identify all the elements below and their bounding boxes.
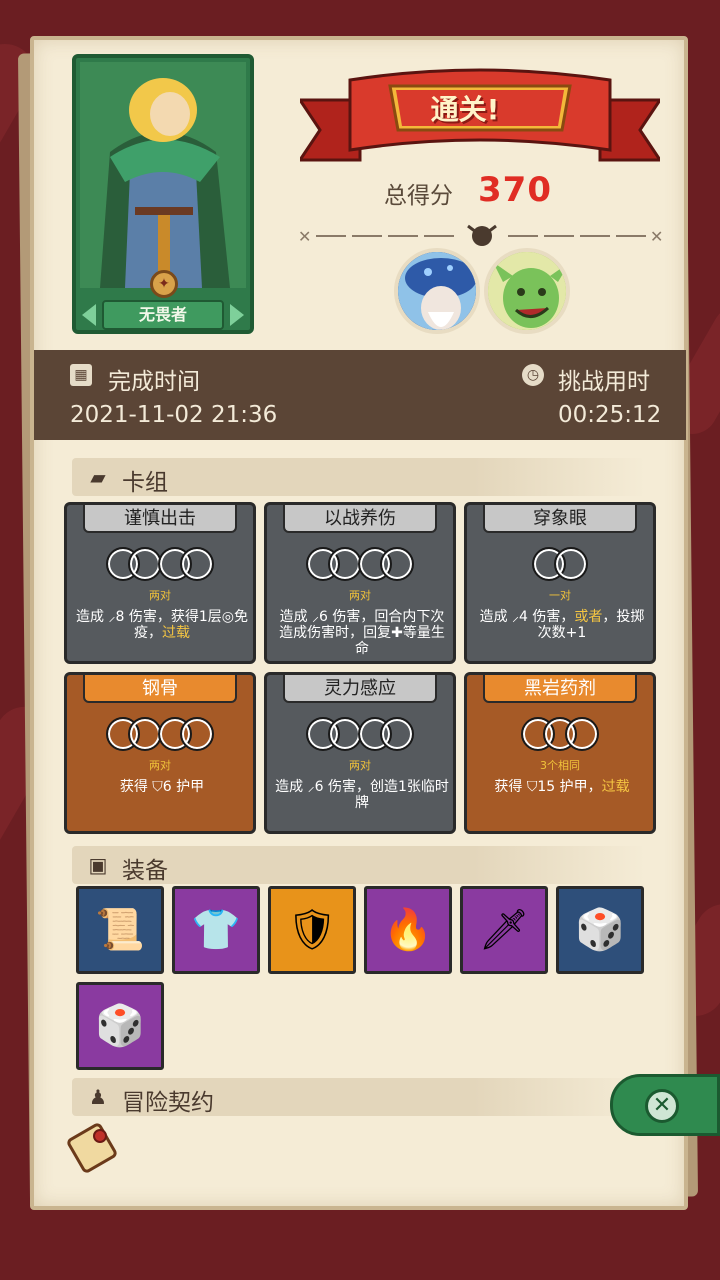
card-description: 造成 ⸝6 伤害，回合内下次造成伤害时，回复✚等量生命 — [273, 609, 451, 657]
equipment-slot[interactable]: 🔥 — [364, 886, 452, 974]
skill-card[interactable]: 灵力感应两对造成 ⸝6 伤害，创造1张临时牌 — [264, 672, 456, 834]
skill-card[interactable]: 以战养伤两对造成 ⸝6 伤害，回合内下次造成伤害时，回复✚等量生命 — [264, 502, 456, 664]
stopwatch-icon: ◷ — [522, 364, 544, 386]
card-title: 黑岩药剂 — [483, 675, 637, 703]
card-description: 造成 ⸝4 伤害，或者，投掷次数+1 — [473, 609, 651, 641]
time-info-bar: ▦ 完成时间 2021-11-02 21:36 ◷ 挑战用时 00:25:12 — [34, 350, 686, 440]
equipment-slot[interactable]: 📜 — [76, 886, 164, 974]
dice-slots — [67, 547, 253, 585]
finish-time-label: 完成时间 — [108, 369, 200, 395]
card-keyword: 过载 — [601, 779, 630, 795]
fire-potion-icon: 🔥 — [383, 907, 433, 953]
dice-box-icon: 🎲 — [575, 907, 625, 953]
card-description: 造成 ⸝8 伤害，获得1层◎免疫，过载 — [73, 609, 251, 641]
scroll-icon: 📜 — [95, 907, 145, 953]
skill-card[interactable]: 穿象眼一对造成 ⸝4 伤害，或者，投掷次数+1 — [464, 502, 656, 664]
dice-slot-icon — [180, 717, 214, 751]
card-title: 灵力感应 — [283, 675, 437, 703]
equipment-section-title: 装备 — [122, 858, 168, 884]
card-keyword: 或者 — [574, 609, 603, 625]
shadow-dice-icon: 🎲 — [95, 1003, 145, 1049]
equipment-slot[interactable]: 🛡 — [268, 886, 356, 974]
card-description-text: 获得 ⛉15 护甲， — [494, 779, 602, 795]
defeated-boss-avatar — [484, 248, 570, 334]
card-description: 造成 ⸝6 伤害，创造1张临时牌 — [273, 779, 451, 811]
dice-slots — [67, 717, 253, 755]
close-button[interactable]: ✕ — [610, 1074, 720, 1136]
card-description-text: 造成 ⸝4 伤害， — [479, 609, 575, 625]
card-requirement: 两对 — [349, 589, 371, 602]
duration-value: 00:25:12 — [558, 402, 662, 428]
deck-section-title: 卡组 — [122, 470, 168, 496]
dice-slot-icon — [380, 717, 414, 751]
svg-text:✕: ✕ — [650, 227, 663, 246]
card-description: 获得 ⛉15 护甲，过载 — [473, 779, 651, 795]
hero-name: 无畏者 — [102, 300, 224, 330]
dice-slot-icon — [328, 717, 362, 751]
dice-slots — [267, 717, 453, 755]
dice-slot-icon — [380, 547, 414, 581]
hero-emblem-icon: ✦ — [150, 270, 178, 298]
dice-slot-icon — [128, 717, 162, 751]
skill-card[interactable]: 钢骨两对获得 ⛉6 护甲 — [64, 672, 256, 834]
calendar-icon: ▦ — [70, 364, 92, 386]
score-label: 总得分 — [384, 183, 453, 209]
dice-slot-icon — [565, 717, 599, 751]
hero-card[interactable]: ✦ 无畏者 — [72, 54, 254, 334]
dice-slots — [267, 547, 453, 585]
hero-prev-arrow-icon[interactable] — [82, 304, 96, 326]
card-requirement: 两对 — [349, 759, 371, 772]
dice-slots — [467, 717, 653, 755]
hero-portrait — [80, 62, 246, 288]
card-requirement: 一对 — [549, 589, 571, 602]
contract-section-header: ♟ 冒险契约 — [72, 1078, 646, 1116]
close-icon: ✕ — [645, 1089, 679, 1123]
card-title: 以战养伤 — [283, 505, 437, 533]
equipment-slot[interactable]: 🎲 — [76, 982, 164, 1070]
card-description: 获得 ⛉6 护甲 — [73, 779, 251, 795]
card-description-text: 造成 ⸝6 伤害，创造1张临时牌 — [275, 779, 449, 811]
cards-icon: ▰ — [90, 465, 106, 489]
card-requirement: 两对 — [149, 589, 171, 602]
card-title: 钢骨 — [83, 675, 237, 703]
dice-slots — [467, 547, 653, 585]
hero-next-arrow-icon[interactable] — [230, 304, 244, 326]
dice-slot-icon — [128, 547, 162, 581]
equipment-slot[interactable]: 👕 — [172, 886, 260, 974]
dice-slot-icon — [328, 547, 362, 581]
dagger-icon: 🗡 — [478, 907, 530, 953]
finish-time-value: 2021-11-02 21:36 — [70, 402, 278, 428]
skill-card[interactable]: 黑岩药剂 3个相同获得 ⛉15 护甲，过载 — [464, 672, 656, 834]
card-description-text: 获得 ⛉6 护甲 — [119, 779, 205, 795]
card-requirement: 两对 — [149, 759, 171, 772]
svg-text:✕: ✕ — [298, 227, 311, 246]
score-value: 370 — [478, 170, 552, 210]
equipment-slot[interactable]: 🗡 — [460, 886, 548, 974]
equipment-slot[interactable]: 🎲 — [556, 886, 644, 974]
equipment-section-header: ▣ 装备 — [72, 846, 646, 884]
deck-section-header: ▰ 卡组 — [72, 458, 646, 496]
card-title: 谨慎出击 — [83, 505, 237, 533]
contract-scroll-icon[interactable] — [66, 1120, 118, 1176]
card-title: 穿象眼 — [483, 505, 637, 533]
defeated-boss-avatar — [394, 248, 480, 334]
ornament-divider: ✕ ✕ — [298, 224, 663, 246]
banner-title: 通关! — [430, 93, 500, 126]
tunic-icon: 👕 — [191, 907, 241, 953]
dice-slot-icon — [554, 547, 588, 581]
card-keyword: 过载 — [162, 625, 190, 641]
skill-card[interactable]: 谨慎出击两对造成 ⸝8 伤害，获得1层◎免疫，过载 — [64, 502, 256, 664]
card-description-text: 造成 ⸝6 伤害，回合内下次造成伤害时，回复✚等量生命 — [279, 609, 445, 657]
box-icon: ▣ — [88, 853, 108, 877]
dice-slot-icon — [180, 547, 214, 581]
contract-icon: ♟ — [89, 1085, 107, 1109]
card-requirement: 3个相同 — [540, 759, 580, 772]
duration-label: 挑战用时 — [558, 369, 650, 395]
ice-shield-icon: 🛡 — [286, 907, 338, 953]
contract-section-title: 冒险契约 — [122, 1090, 214, 1116]
